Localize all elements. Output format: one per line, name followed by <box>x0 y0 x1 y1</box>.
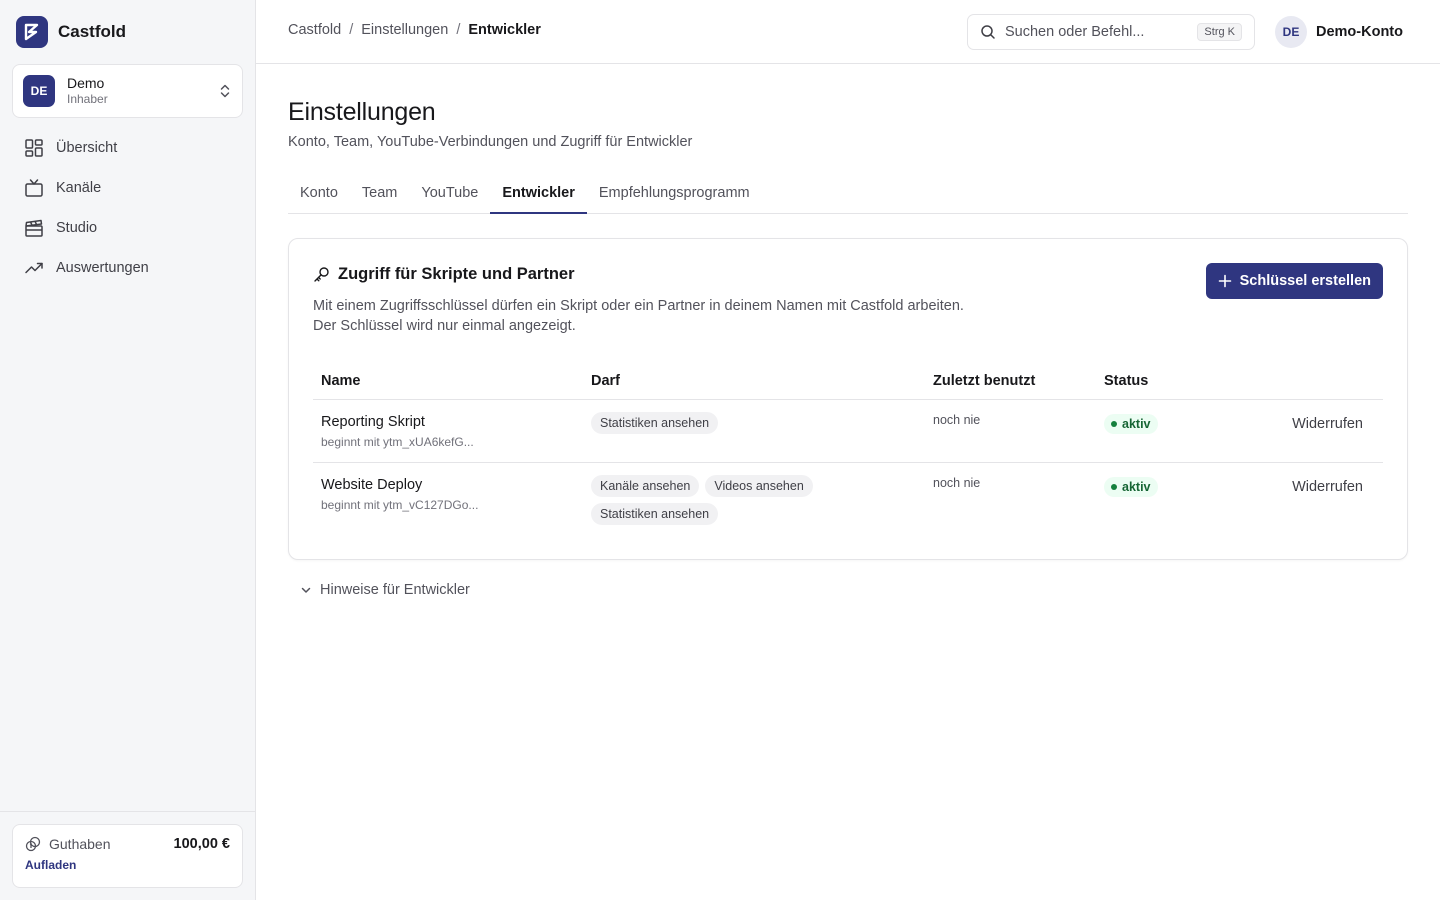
developer-hints-toggle[interactable]: Hinweise für Entwickler <box>300 582 470 598</box>
table-header: Name Darf Zuletzt benutzt Status <box>313 363 1383 400</box>
breadcrumb-separator: / <box>456 22 461 38</box>
tv-icon <box>25 179 43 197</box>
card-description: Mit einem Zugriffsschlüssel dürfen ein S… <box>313 296 964 336</box>
page-subtitle: Konto, Team, YouTube-Verbindungen und Zu… <box>288 134 693 150</box>
table-row: Website Deploy beginnt mit ytm_vC127DGo.… <box>313 463 1383 535</box>
tab-team[interactable]: Team <box>350 176 409 214</box>
chevron-up-down-icon <box>220 84 230 98</box>
card-description-line: Der Schlüssel wird nur einmal angezeigt. <box>313 318 576 334</box>
workspace-avatar: DE <box>23 75 55 107</box>
account-menu[interactable]: DE Demo-Konto <box>1275 16 1403 48</box>
balance-card: Guthaben 100,00 € Aufladen <box>12 824 243 888</box>
column-header-permissions: Darf <box>591 373 621 389</box>
status-badge: aktiv <box>1104 414 1158 434</box>
workspace-role: Inhaber <box>67 92 108 107</box>
status-dot-icon <box>1111 484 1117 490</box>
search-box[interactable]: Strg K <box>967 14 1255 50</box>
clapperboard-icon <box>25 219 43 237</box>
account-name: Demo-Konto <box>1316 24 1403 40</box>
permission-chip: Statistiken ansehen <box>591 503 719 525</box>
create-key-label: Schlüssel erstellen <box>1239 273 1371 289</box>
revoke-button[interactable]: Widerrufen <box>1292 416 1363 432</box>
create-key-button[interactable]: Schlüssel erstellen <box>1205 263 1383 299</box>
sidebar-item-label: Übersicht <box>56 140 118 156</box>
search-icon <box>981 25 995 39</box>
balance-amount: 100,00 € <box>173 836 230 852</box>
column-header-status: Status <box>1104 373 1149 389</box>
tab-developer[interactable]: Entwickler <box>490 176 587 214</box>
breadcrumb-separator: / <box>349 22 354 38</box>
sidebar-item-channels[interactable]: Kanäle <box>12 168 243 208</box>
shortcut-hint: Strg K <box>1197 23 1242 41</box>
tab-youtube[interactable]: YouTube <box>409 176 490 214</box>
key-prefix: beginnt mit ytm_vC127DGo... <box>321 498 479 512</box>
key-name: Reporting Skript <box>321 414 425 430</box>
card-description-line: Mit einem Zugriffsschlüssel dürfen ein S… <box>313 298 964 314</box>
dashboard-icon <box>25 139 43 157</box>
topup-link[interactable]: Aufladen <box>25 858 76 872</box>
column-header-name: Name <box>321 373 361 389</box>
key-prefix: beginnt mit ytm_xUA6kefG... <box>321 435 474 449</box>
sidebar-item-studio[interactable]: Studio <box>12 208 243 248</box>
permission-chip: Kanäle ansehen <box>591 475 700 497</box>
trending-up-icon <box>25 262 43 274</box>
tab-account[interactable]: Konto <box>288 176 350 214</box>
permission-chip: Videos ansehen <box>705 475 813 497</box>
key-name: Website Deploy <box>321 477 423 493</box>
breadcrumb-current: Entwickler <box>468 22 541 38</box>
sidebar: Castfold DE Demo Inhaber Übersicht Kanäl… <box>0 0 256 900</box>
status-badge: aktiv <box>1104 477 1158 497</box>
card-title: Zugriff für Skripte und Partner <box>338 265 575 283</box>
sidebar-divider <box>0 811 256 812</box>
developer-hints-label: Hinweise für Entwickler <box>320 582 470 598</box>
workspace-name: Demo <box>67 75 105 92</box>
breadcrumb-item[interactable]: Castfold <box>288 22 341 38</box>
avatar: DE <box>1275 16 1307 48</box>
api-keys-card: Zugriff für Skripte und Partner Mit eine… <box>288 238 1408 560</box>
key-icon <box>314 267 329 282</box>
permission-chip: Statistiken ansehen <box>591 412 719 434</box>
breadcrumb: Castfold / Einstellungen / Entwickler <box>288 22 541 38</box>
sidebar-nav: Übersicht Kanäle Studio Auswertungen <box>12 128 243 288</box>
sidebar-item-label: Kanäle <box>56 180 102 196</box>
status-label: aktiv <box>1122 417 1151 431</box>
brand[interactable]: Castfold <box>16 16 126 48</box>
sidebar-item-overview[interactable]: Übersicht <box>12 128 243 168</box>
sidebar-item-label: Auswertungen <box>56 260 149 276</box>
keys-table: Name Darf Zuletzt benutzt Status Reporti… <box>313 363 1383 535</box>
chevron-down-icon <box>301 587 311 593</box>
status-dot-icon <box>1111 421 1117 427</box>
page-title: Einstellungen <box>288 98 436 126</box>
workspace-switcher[interactable]: DE Demo Inhaber <box>12 64 243 118</box>
breadcrumb-item[interactable]: Einstellungen <box>361 22 448 38</box>
table-row: Reporting Skript beginnt mit ytm_xUA6kef… <box>313 400 1383 463</box>
balance-label: Guthaben <box>49 836 111 852</box>
brand-name: Castfold <box>58 22 126 41</box>
last-used: noch nie <box>933 413 981 427</box>
topbar: Castfold / Einstellungen / Entwickler St… <box>256 0 1440 64</box>
search-input[interactable] <box>1005 24 1189 40</box>
status-label: aktiv <box>1122 480 1151 494</box>
coins-icon <box>25 836 41 852</box>
settings-tabs: Konto Team YouTube Entwickler Empfehlung… <box>288 176 1408 214</box>
castfold-logo-icon <box>16 16 48 48</box>
last-used: noch nie <box>933 476 981 490</box>
sidebar-item-label: Studio <box>56 220 98 236</box>
sidebar-item-analytics[interactable]: Auswertungen <box>12 248 243 288</box>
column-header-last-used: Zuletzt benutzt <box>933 373 1036 389</box>
tab-referral[interactable]: Empfehlungsprogramm <box>587 176 762 214</box>
revoke-button[interactable]: Widerrufen <box>1292 479 1363 495</box>
plus-icon <box>1218 274 1231 288</box>
